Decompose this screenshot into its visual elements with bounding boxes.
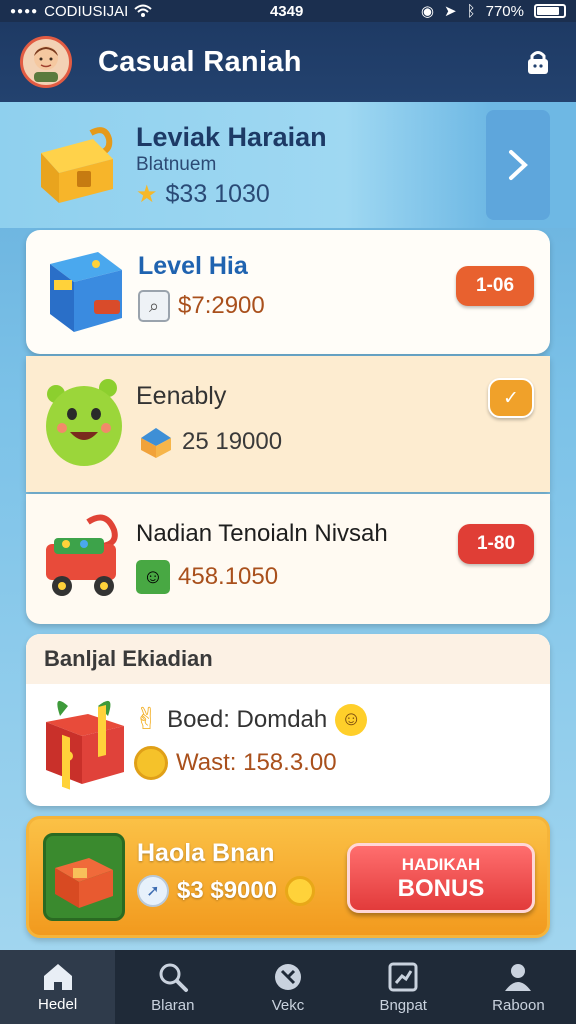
offer-price-row: ☺ 458.1050: [136, 560, 278, 594]
offer-card-level[interactable]: Level Hia ⌕ $7:2900 1-06: [26, 230, 550, 354]
rewards-heading: Banljal Ekiadian: [26, 634, 550, 684]
gift-tile-icon: [43, 833, 125, 921]
toy-truck-icon: [38, 510, 134, 606]
location-icon: ➤: [444, 3, 457, 20]
smiley-icon: ☺: [335, 703, 368, 736]
home-icon: [43, 963, 72, 990]
offer-badge-check[interactable]: ✓: [488, 378, 534, 418]
wifi-icon: [134, 4, 153, 17]
offer-card-eenably[interactable]: Eenably 25 19000 ✓: [26, 356, 550, 492]
reward-line-2: Wast: 158.3.00: [134, 746, 337, 780]
promo-title: Haola Bnan: [137, 839, 275, 867]
tab-profile[interactable]: Raboon: [461, 950, 576, 1024]
lock-icon: [528, 51, 548, 74]
banner-price-row: ★ $33 1030: [136, 180, 270, 209]
star-icon: ★: [136, 181, 158, 208]
bonus-button[interactable]: HADIKAH BONUS: [347, 843, 535, 913]
offer-price: $7:2900: [178, 292, 265, 319]
bottom-tab-bar: Hedel Blaran Vekc Bngpat Raboon: [0, 950, 576, 1024]
magnifier-card-icon: ⌕: [138, 290, 170, 322]
reward-text-2: Wast: 158.3.00: [176, 749, 337, 776]
reward-text-1: Boed: Domdah: [167, 705, 328, 733]
coin-icon: [134, 746, 168, 780]
battery-icon: [533, 4, 566, 18]
banner-price: $33 1030: [165, 180, 270, 208]
battery-percent: 770%: [485, 2, 524, 20]
tab-label: Vekc: [271, 996, 305, 1014]
offer-price-row: ⌕ $7:2900: [138, 290, 265, 322]
promo-card[interactable]: Haola Bnan ➚ $3 $9000 HADIKAH BONUS: [26, 816, 550, 938]
offer-title: Level Hia: [138, 252, 248, 280]
promo-price: $3 $9000: [177, 877, 278, 904]
profile-icon: [505, 963, 532, 991]
tab-tag[interactable]: Vekc: [230, 950, 345, 1024]
offer-price-row: 25 19000: [138, 424, 282, 460]
package-icon: [141, 428, 171, 458]
green-creature-icon: [42, 374, 128, 470]
rewards-card[interactable]: Banljal Ekiadian ✌ Boed: Domdah ☺ Wast: …: [26, 634, 550, 806]
search-icon: [159, 963, 188, 992]
offer-card-nadian[interactable]: Nadian Tenoialn Nivsah ☺ 458.1050 1-80: [26, 494, 550, 624]
offer-badge[interactable]: 1-06: [456, 266, 534, 306]
offer-price: 458.1050: [178, 563, 279, 590]
bonus-button-line1: HADIKAH: [401, 855, 481, 874]
offer-title: Eenably: [136, 382, 227, 410]
flexed-arm-icon: ✌: [134, 703, 160, 736]
reward-line-1: ✌ Boed: Domdah ☺: [134, 702, 368, 737]
alarm-icon: ◉: [420, 3, 435, 20]
treasure-chest-icon: [32, 118, 122, 208]
tab-label: Hedel: [38, 995, 78, 1013]
status-bar: ●●●● CODIUSIJAI 4349 ◉ ➤ ᛒ 770%: [0, 0, 576, 22]
compass-icon: ➚: [137, 875, 169, 907]
page-title: Casual Raniah: [98, 45, 302, 78]
bonus-button-line2: BONUS: [397, 875, 485, 902]
avatar[interactable]: [20, 36, 72, 88]
tab-label: Blaran: [151, 996, 195, 1014]
featured-banner[interactable]: Leviak Haraian Blatnuem ★ $33 1030: [0, 102, 576, 228]
user-face-icon: [34, 46, 58, 82]
tab-home[interactable]: Hedel: [0, 950, 116, 1024]
chart-icon: [388, 962, 418, 991]
gift-box-icon: [38, 692, 130, 790]
bluetooth-icon: ᛒ: [466, 2, 476, 20]
blue-toybox-icon: [40, 242, 130, 338]
banner-subtitle: Blatnuem: [136, 154, 217, 175]
offer-price: 25 19000: [182, 428, 283, 455]
lock-button[interactable]: [520, 44, 556, 80]
app-header: Casual Raniah: [0, 22, 576, 102]
tab-label: Raboon: [492, 996, 545, 1014]
promo-price-row: ➚ $3 $9000: [137, 875, 316, 907]
coin-icon: [285, 876, 316, 906]
face-card-icon: ☺: [136, 560, 170, 594]
chevron-right-icon: [509, 150, 528, 180]
carrier-label: CODIUSIJAI: [44, 2, 129, 20]
banner-next-button[interactable]: [486, 110, 550, 220]
signal-dots-icon: ●●●●: [10, 5, 39, 17]
banner-title: Leviak Haraian: [136, 122, 327, 152]
tag-icon: [275, 963, 301, 990]
offer-badge[interactable]: 1-80: [458, 524, 534, 564]
tab-label: Bngpat: [379, 996, 427, 1014]
tab-chart[interactable]: Bngpat: [346, 950, 461, 1024]
tab-search[interactable]: Blaran: [115, 950, 230, 1024]
offer-title: Nadian Tenoialn Nivsah: [136, 520, 388, 547]
clock: 4349: [269, 2, 304, 20]
